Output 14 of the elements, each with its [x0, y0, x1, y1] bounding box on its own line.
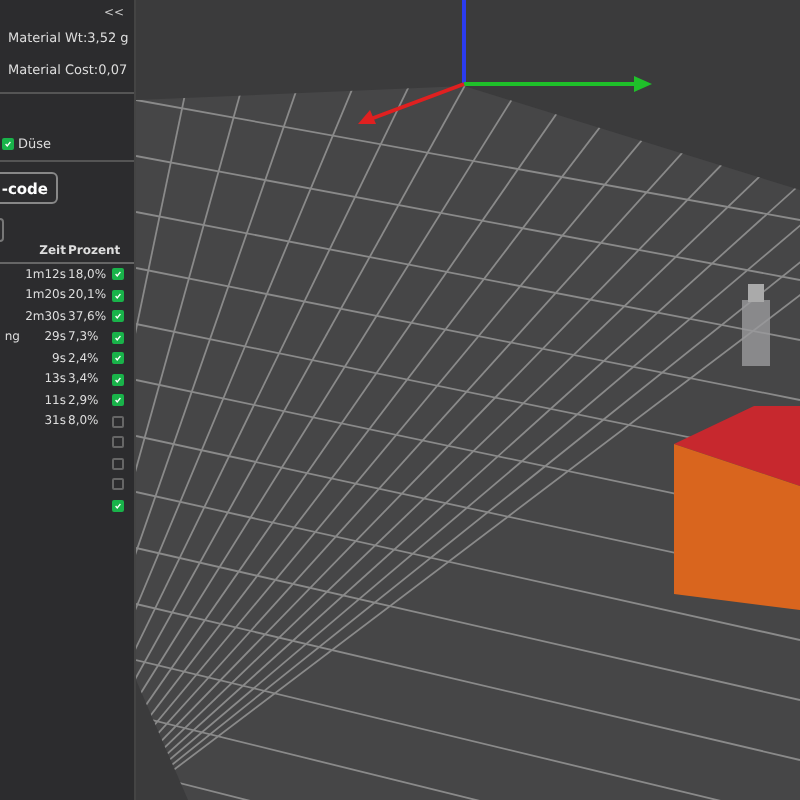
checkbox[interactable]: [112, 289, 124, 302]
checkbox[interactable]: [112, 373, 124, 386]
checkbox[interactable]: [112, 268, 124, 281]
checkbox[interactable]: [112, 310, 124, 323]
checkbox[interactable]: [112, 457, 124, 470]
checkbox[interactable]: [112, 499, 124, 512]
checkbox[interactable]: [112, 394, 124, 407]
checkbox[interactable]: [112, 415, 124, 428]
checkbox[interactable]: [2, 137, 14, 149]
checkbox[interactable]: [112, 331, 124, 344]
checkbox[interactable]: [112, 436, 124, 449]
nozzle-drawing: [742, 284, 770, 366]
checkbox[interactable]: [112, 352, 124, 365]
checkbox[interactable]: [112, 478, 124, 491]
